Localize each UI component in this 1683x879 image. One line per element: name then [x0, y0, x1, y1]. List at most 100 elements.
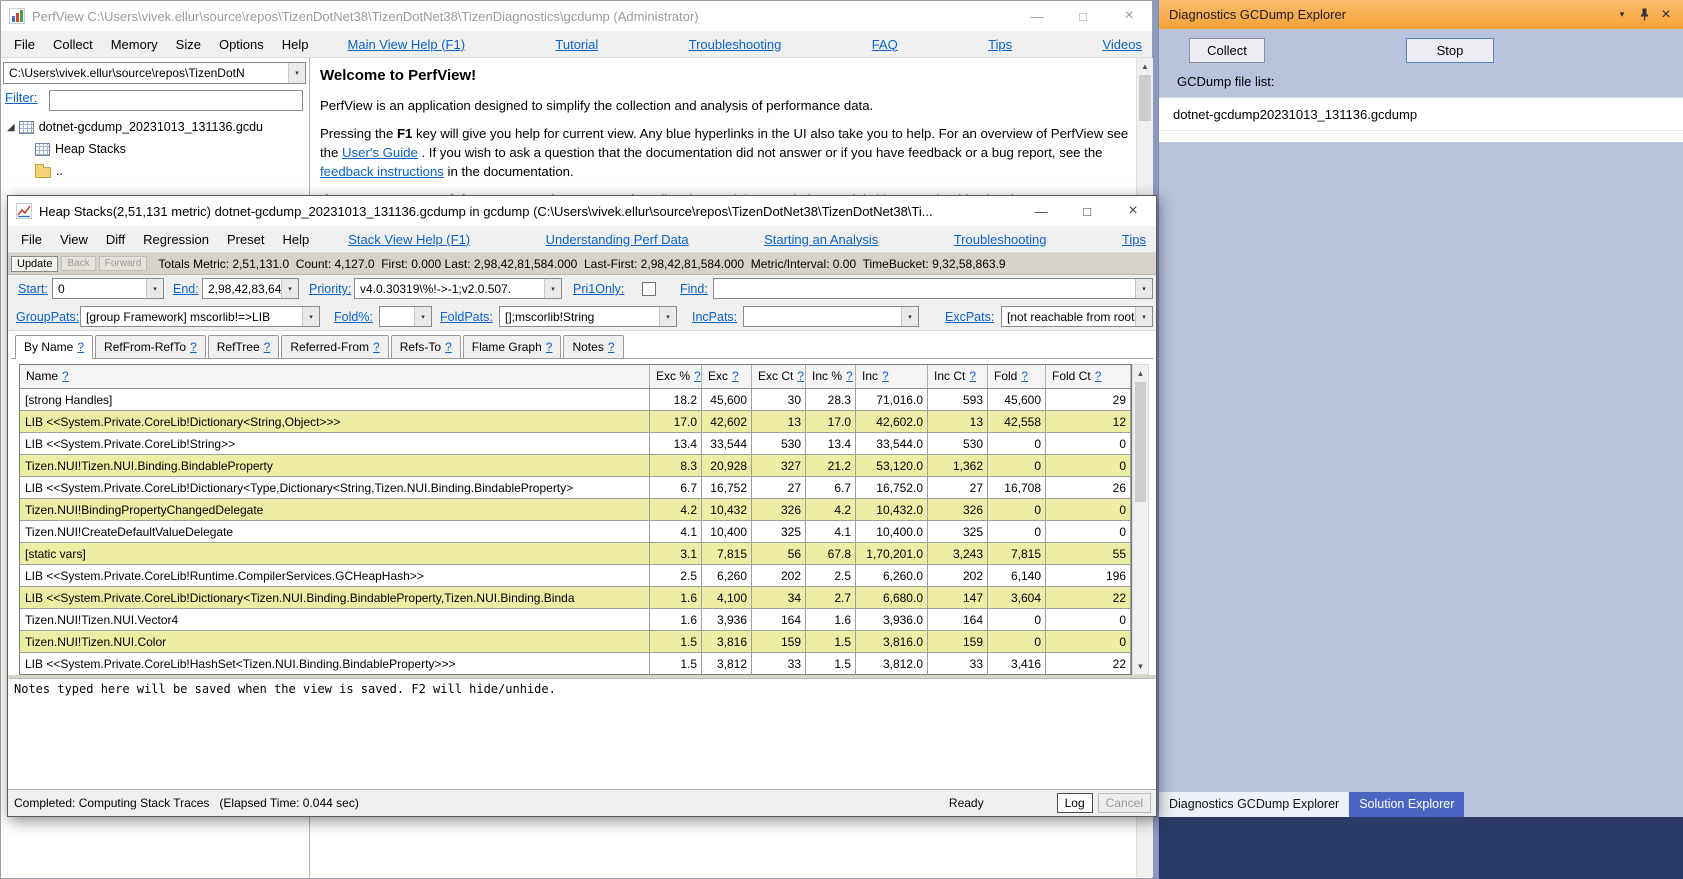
- scroll-down-icon[interactable]: ▼: [1133, 658, 1148, 674]
- panel-tab-diagnostics-gcdump-explorer[interactable]: Diagnostics GCDump Explorer: [1159, 792, 1349, 817]
- combo-arrow-icon[interactable]: ▾: [146, 279, 163, 298]
- column-header-fold-ct[interactable]: Fold Ct?: [1046, 365, 1131, 388]
- end-label[interactable]: End:: [173, 282, 199, 296]
- pri1only-label[interactable]: Pri1Only:: [573, 282, 624, 296]
- menu-link-troubleshooting[interactable]: Troubleshooting: [954, 232, 1047, 247]
- minimize-icon[interactable]: —: [1018, 196, 1064, 226]
- tab-refs-to[interactable]: Refs-To?: [391, 335, 461, 358]
- menu-options[interactable]: Options: [210, 37, 273, 52]
- notes-pane[interactable]: Notes typed here will be saved when the …: [9, 678, 1155, 790]
- help-link[interactable]: ?: [969, 369, 976, 383]
- combo-arrow-icon[interactable]: ▾: [281, 279, 298, 298]
- help-link[interactable]: ?: [190, 340, 197, 354]
- tab-referred-from[interactable]: Referred-From?: [281, 335, 388, 358]
- tab-by-name[interactable]: By Name?: [15, 335, 93, 359]
- combo-arrow-icon[interactable]: ▾: [659, 307, 676, 326]
- grouppats-combo[interactable]: [group Framework] mscorlib!=>LIB ▾: [80, 306, 320, 327]
- forward-button[interactable]: Forward: [99, 256, 148, 271]
- filter-input[interactable]: [49, 90, 303, 111]
- expander-icon[interactable]: ◢: [7, 122, 15, 133]
- collect-button[interactable]: Collect: [1189, 38, 1265, 63]
- table-row[interactable]: [static vars]3.17,8155667.81,70,201.03,2…: [20, 543, 1131, 565]
- menu-link-starting-an-analysis[interactable]: Starting an Analysis: [764, 232, 878, 247]
- scroll-up-icon[interactable]: ▲: [1137, 58, 1153, 74]
- excpats-label[interactable]: ExcPats:: [945, 310, 994, 324]
- scroll-thumb[interactable]: [1139, 75, 1151, 121]
- grouppats-label[interactable]: GroupPats:: [16, 310, 79, 324]
- tree-item-heap-stacks[interactable]: Heap Stacks: [1, 138, 309, 160]
- back-button[interactable]: Back: [61, 256, 95, 271]
- help-link[interactable]: ?: [882, 369, 889, 383]
- menu-memory[interactable]: Memory: [102, 37, 167, 52]
- close-icon[interactable]: ×: [1110, 196, 1156, 226]
- foldpats-label[interactable]: FoldPats:: [440, 310, 493, 324]
- menu-link-tutorial[interactable]: Tutorial: [555, 37, 598, 52]
- table-row[interactable]: Tizen.NUI!Tizen.NUI.Color1.53,8161591.53…: [20, 631, 1131, 653]
- combo-arrow-icon[interactable]: ▾: [544, 279, 561, 298]
- help-link[interactable]: ?: [264, 340, 271, 354]
- menu-link-troubleshooting[interactable]: Troubleshooting: [689, 37, 782, 52]
- combo-arrow-icon[interactable]: ▾: [1135, 279, 1152, 298]
- table-row[interactable]: Tizen.NUI!Tizen.NUI.Vector41.63,9361641.…: [20, 609, 1131, 631]
- update-button[interactable]: Update: [11, 256, 58, 272]
- inline-link[interactable]: User's Guide: [342, 145, 418, 160]
- column-header-exc-ct[interactable]: Exc Ct?: [752, 365, 806, 388]
- grid-scrollbar[interactable]: ▲ ▼: [1132, 364, 1149, 675]
- foldpct-combo[interactable]: ▾: [379, 306, 432, 327]
- close-icon[interactable]: ×: [1655, 4, 1677, 26]
- help-link[interactable]: ?: [694, 369, 701, 383]
- help-link[interactable]: ?: [732, 369, 739, 383]
- table-row[interactable]: LIB <<System.Private.CoreLib!Runtime.Com…: [20, 565, 1131, 587]
- pri1only-checkbox[interactable]: [642, 282, 656, 296]
- combo-arrow-icon[interactable]: ▾: [901, 307, 918, 326]
- tab-notes[interactable]: Notes?: [563, 335, 623, 358]
- heap-titlebar[interactable]: Heap Stacks(2,51,131 metric) dotnet-gcdu…: [8, 196, 1156, 226]
- menu-link-tips[interactable]: Tips: [988, 37, 1012, 52]
- log-button[interactable]: Log: [1057, 793, 1093, 813]
- incpats-combo[interactable]: ▾: [743, 306, 919, 327]
- menu-file[interactable]: File: [12, 232, 51, 247]
- tool-window-header[interactable]: Diagnostics GCDump Explorer ▾ ×: [1159, 0, 1683, 29]
- menu-link-videos[interactable]: Videos: [1102, 37, 1142, 52]
- column-header-exc[interactable]: Exc %?: [650, 365, 702, 388]
- window-position-icon[interactable]: ▾: [1611, 4, 1633, 26]
- table-row[interactable]: LIB <<System.Private.CoreLib!Dictionary<…: [20, 587, 1131, 609]
- scroll-thumb[interactable]: [1135, 382, 1146, 502]
- combo-arrow-icon[interactable]: ▾: [288, 63, 305, 83]
- help-link[interactable]: ?: [62, 369, 69, 383]
- help-link[interactable]: ?: [797, 369, 804, 383]
- menu-size[interactable]: Size: [167, 37, 210, 52]
- table-row[interactable]: LIB <<System.Private.CoreLib!Dictionary<…: [20, 411, 1131, 433]
- table-row[interactable]: LIB <<System.Private.CoreLib!HashSet<Tiz…: [20, 653, 1131, 675]
- table-row[interactable]: Tizen.NUI!Tizen.NUI.Binding.BindableProp…: [20, 455, 1131, 477]
- menu-link-stack-view-help-f1[interactable]: Stack View Help (F1): [348, 232, 470, 247]
- start-combo[interactable]: 0 ▾: [52, 278, 164, 299]
- stop-button[interactable]: Stop: [1406, 38, 1494, 63]
- menu-link-faq[interactable]: FAQ: [872, 37, 898, 52]
- pin-icon[interactable]: [1633, 4, 1655, 26]
- find-combo[interactable]: ▾: [713, 278, 1153, 299]
- tab-reftree[interactable]: RefTree?: [208, 335, 280, 358]
- tree-item-[interactable]: ..: [1, 160, 309, 182]
- start-label[interactable]: Start:: [18, 282, 48, 296]
- menu-link-tips[interactable]: Tips: [1122, 232, 1146, 247]
- cancel-button[interactable]: Cancel: [1098, 793, 1151, 813]
- menu-collect[interactable]: Collect: [44, 37, 102, 52]
- find-label[interactable]: Find:: [680, 282, 708, 296]
- column-header-inc[interactable]: Inc %?: [806, 365, 856, 388]
- column-header-inc-ct[interactable]: Inc Ct?: [928, 365, 988, 388]
- column-header-exc[interactable]: Exc?: [702, 365, 752, 388]
- column-header-name[interactable]: Name?: [20, 365, 650, 388]
- incpats-label[interactable]: IncPats:: [692, 310, 737, 324]
- menu-diff[interactable]: Diff: [97, 232, 134, 247]
- excpats-combo[interactable]: [not reachable from roots ▾: [1001, 306, 1153, 327]
- close-icon[interactable]: ×: [1106, 1, 1152, 31]
- help-link[interactable]: ?: [445, 340, 452, 354]
- combo-arrow-icon[interactable]: ▾: [414, 307, 431, 326]
- menu-link-main-view-help-f1[interactable]: Main View Help (F1): [348, 37, 466, 52]
- help-link[interactable]: ?: [1021, 369, 1028, 383]
- main-titlebar[interactable]: PerfView C:\Users\vivek.ellur\source\rep…: [1, 1, 1152, 31]
- menu-file[interactable]: File: [5, 37, 44, 52]
- priority-combo[interactable]: v4.0.30319\%!->-1;v2.0.507. ▾: [354, 278, 562, 299]
- help-link[interactable]: ?: [1095, 369, 1102, 383]
